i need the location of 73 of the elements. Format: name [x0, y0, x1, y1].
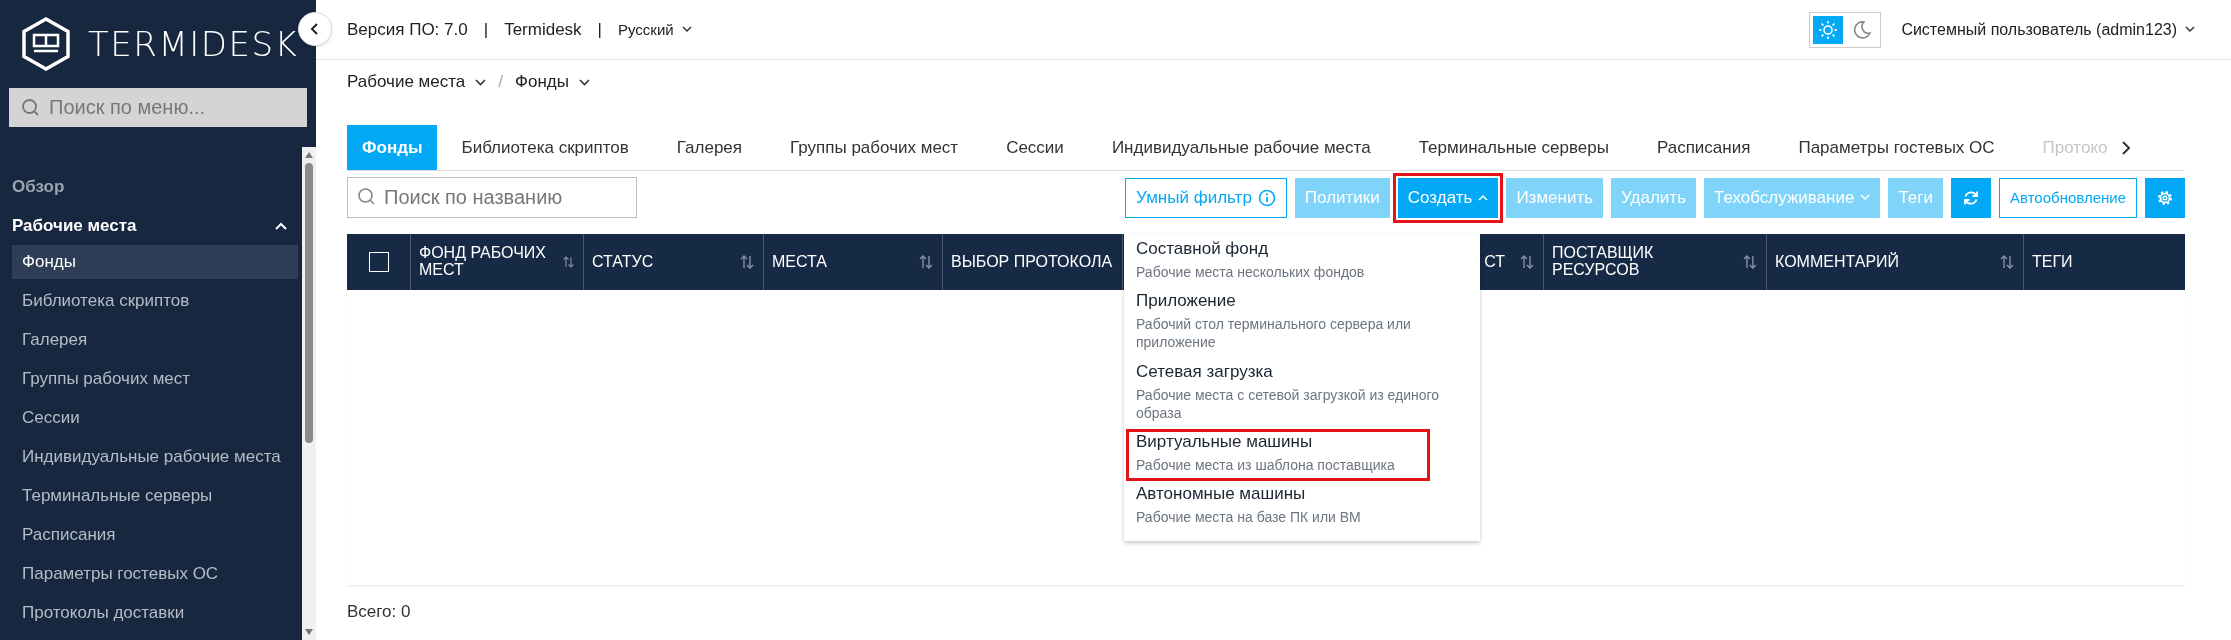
menu-item[interactable]: Виртуальные машины Рабочие места из шаблона поставщика — [1126, 428, 1430, 482]
scrollbar-thumb[interactable] — [305, 163, 313, 443]
menu-item[interactable]: Составной фонд Рабочие места нескольких фондов — [1126, 236, 1478, 289]
settings-button[interactable] — [2145, 177, 2185, 218]
settings-icon — [2156, 188, 2174, 207]
caret-icon — [2185, 26, 2195, 33]
menu-search-field[interactable]: Поиск по меню... — [9, 88, 307, 127]
total-count: Всего: 0 — [347, 602, 412, 622]
sort-icon[interactable] — [918, 254, 934, 270]
language-dropdown[interactable]: Русский — [618, 21, 692, 38]
nav-item[interactable]: Библиотека скриптов — [12, 284, 298, 318]
column-header[interactable]: КОММЕНТАРИЙ — [1775, 253, 1900, 271]
light-theme-button[interactable] — [1813, 15, 1844, 44]
sort-icon[interactable] — [1999, 254, 2015, 270]
refresh-button[interactable] — [1951, 177, 1991, 218]
column-header[interactable]: СТАТУС — [592, 253, 654, 271]
breadcrumb-link[interactable]: Фонды — [515, 72, 590, 92]
caret-icon — [475, 78, 487, 86]
nav-section[interactable]: Рабочие места — [0, 206, 302, 245]
sort-icon[interactable] — [1519, 254, 1535, 270]
menu-item[interactable]: Автономные машины Рабочие места на базе ПК или ВМ — [1126, 481, 1478, 534]
tab[interactable]: Группы рабочих мест — [766, 125, 983, 170]
caret-icon — [1860, 194, 1871, 201]
scrollbar[interactable] — [302, 147, 316, 640]
column-header[interactable]: ТЕГИ — [2032, 253, 2073, 271]
menu-item[interactable]: Приложение Рабочий стол терминального сервера или приложение — [1126, 288, 1478, 359]
column-header[interactable]: ВЫБОР ПРОТОКОЛА — [951, 253, 1113, 271]
tab[interactable]: Галерея — [652, 125, 767, 170]
tab[interactable]: Расписания — [1632, 125, 1775, 170]
menu-item[interactable]: Сетевая загрузка Рабочие места с сетевой загрузкой из единого образа — [1126, 358, 1478, 429]
search-field[interactable]: Поиск по названию — [347, 177, 637, 218]
product-name: Termidesk — [504, 19, 582, 40]
scroll-down-icon[interactable] — [304, 628, 314, 636]
sort-icon[interactable] — [1742, 254, 1758, 270]
chevron-right-icon[interactable] — [2121, 139, 2132, 156]
nav-item[interactable]: Протоколы доставки — [12, 596, 298, 630]
separator-text: | — [483, 19, 489, 40]
tab[interactable]: Сессии — [982, 125, 1088, 170]
nav-item[interactable]: Галерея — [12, 323, 298, 357]
separator-text: | — [597, 19, 602, 40]
chevron-icon — [274, 220, 288, 231]
tab[interactable]: Индивидуальные рабочие места — [1087, 125, 1395, 170]
user-menu[interactable]: Системный пользователь (admin123) — [1901, 20, 2195, 39]
column-header[interactable]: ПОСТАВЩИК РЕСУРСОВ — [1552, 245, 1743, 279]
collapse-button[interactable] — [298, 12, 332, 46]
nav-item[interactable]: Сессии — [12, 401, 298, 435]
breadcrumb-separator: / — [498, 72, 503, 92]
nav-item[interactable]: Расписания — [12, 518, 298, 552]
column-header[interactable]: МЕСТА — [772, 253, 827, 271]
nav-item[interactable]: Терминальные серверы — [12, 479, 298, 513]
nav-item[interactable]: Фонды — [12, 245, 298, 279]
chevron-left-icon — [309, 22, 321, 36]
version-text: Версия ПО: 7.0 — [347, 19, 468, 40]
nav-item[interactable]: Индивидуальные рабочие места — [12, 440, 298, 474]
sort-icon[interactable] — [562, 254, 575, 270]
breadcrumb-link[interactable]: Рабочие места — [347, 72, 487, 92]
sort-icon[interactable] — [739, 254, 755, 270]
tab[interactable]: Библиотека скриптов — [437, 125, 653, 170]
refresh-icon — [1962, 188, 1980, 207]
info-icon — [1257, 188, 1276, 207]
tab[interactable]: Параметры гостевых ОС — [1774, 125, 2019, 170]
caret-icon — [1478, 194, 1489, 201]
nav-item[interactable]: Параметры гостевых ОС — [12, 557, 298, 591]
column-header[interactable]: СТ — [1484, 253, 1505, 271]
logo-text: TERMIDESK — [88, 24, 299, 64]
nav-section[interactable]: Обзор — [0, 167, 302, 206]
nav-item[interactable]: Группы рабочих мест — [12, 362, 298, 396]
column-header[interactable]: ФОНД РАБОЧИХ МЕСТ — [419, 245, 562, 279]
caret-icon — [578, 78, 590, 86]
tab[interactable]: Терминальные серверы — [1394, 125, 1633, 170]
scroll-up-icon[interactable] — [304, 151, 314, 159]
select-all-checkbox[interactable] — [368, 252, 389, 272]
caret-icon — [681, 26, 692, 33]
